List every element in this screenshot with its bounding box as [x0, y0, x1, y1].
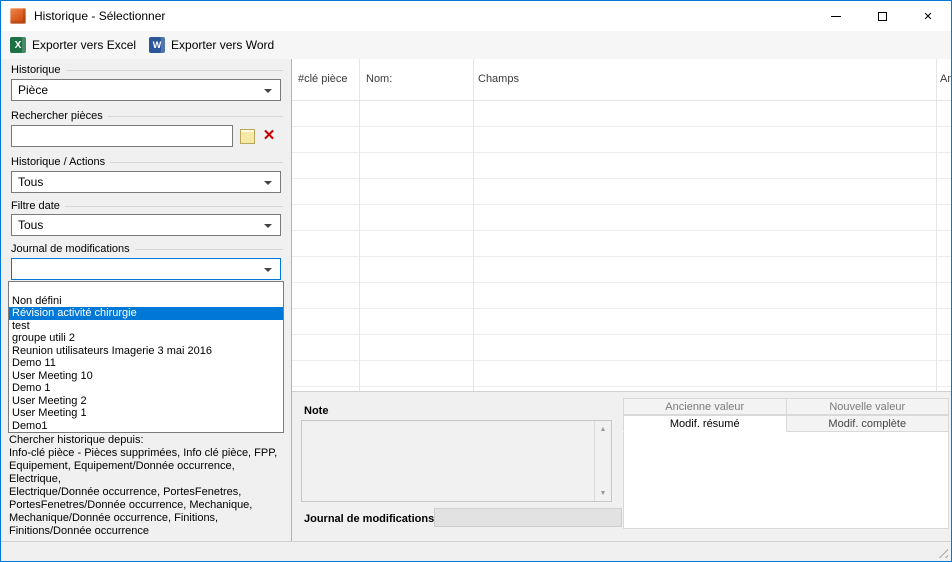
search-scope-text: Chercher historique depuis: Info-clé piè…: [9, 434, 285, 538]
detail-panel: Note ▲ ▼ Journal de modifications Ancien…: [292, 391, 951, 541]
column-header-ancienne[interactable]: An: [940, 73, 951, 85]
column-header-champs[interactable]: Champs: [478, 73, 519, 85]
journal-modifications-field[interactable]: [434, 508, 622, 527]
export-excel-label: Exporter vers Excel: [32, 38, 136, 52]
filtre-date-combobox-value: Tous: [18, 218, 43, 232]
actions-combobox-value: Tous: [18, 175, 43, 189]
dropdown-option[interactable]: User Meeting 2: [9, 395, 283, 408]
scope-line: Electrique/Donnée occurrence, PortesFene…: [9, 486, 285, 499]
scope-line: Chercher historique depuis:: [9, 434, 285, 447]
historique-combobox-value: Pièce: [18, 83, 48, 97]
modif-tabs: Modif. résumé Modif. complète: [623, 415, 949, 432]
dropdown-option[interactable]: [9, 282, 283, 295]
note-textarea[interactable]: ▲ ▼: [301, 420, 612, 502]
dropdown-option[interactable]: User Meeting 10: [9, 370, 283, 383]
rechercher-section-label: Rechercher pièces: [11, 110, 283, 122]
tab-modif-resume[interactable]: Modif. résumé: [623, 415, 787, 432]
rechercher-section-label-text: Rechercher pièces: [11, 110, 103, 122]
close-button[interactable]: ✕: [905, 1, 951, 31]
filtre-date-combobox[interactable]: Tous: [11, 214, 281, 236]
toolbar: X Exporter vers Excel W Exporter vers Wo…: [1, 31, 951, 59]
chevron-down-icon: [264, 224, 272, 228]
actions-combobox[interactable]: Tous: [11, 171, 281, 193]
historique-section-label-text: Historique: [11, 64, 61, 76]
word-icon: W: [149, 37, 165, 53]
search-pieces-input[interactable]: [11, 125, 233, 147]
note-scrollbar[interactable]: ▲ ▼: [594, 421, 611, 501]
maximize-button[interactable]: [859, 1, 905, 31]
filters-panel: Historique Pièce Rechercher pièces ✕ His…: [1, 59, 292, 541]
window-title: Historique - Sélectionner: [34, 9, 165, 23]
actions-section-label-text: Historique / Actions: [11, 156, 105, 168]
column-divider: [359, 59, 360, 391]
historique-combobox[interactable]: Pièce: [11, 79, 281, 101]
column-divider: [936, 59, 937, 391]
app-icon: [10, 8, 26, 24]
value-header-nouvelle[interactable]: Nouvelle valeur: [787, 398, 950, 415]
journal-combobox[interactable]: [11, 258, 281, 280]
maximize-icon: [878, 12, 887, 21]
scope-line: Finitions/Donnée occurrence: [9, 525, 285, 538]
minimize-icon: [831, 16, 841, 17]
clear-icon: ✕: [263, 126, 276, 144]
dropdown-option[interactable]: groupe utili 2: [9, 332, 283, 345]
value-headers: Ancienne valeur Nouvelle valeur: [623, 398, 949, 415]
tab-modif-complete[interactable]: Modif. complète: [787, 415, 950, 432]
dropdown-option[interactable]: User Meeting 1: [9, 407, 283, 420]
dropdown-option[interactable]: Demo 1: [9, 382, 283, 395]
caption-buttons: ✕: [813, 1, 951, 31]
dropdown-option[interactable]: Non défini: [9, 295, 283, 308]
scope-line: Mechanique/Donnée occurrence, Finitions,: [9, 512, 285, 525]
scroll-down-button[interactable]: ▼: [595, 485, 611, 501]
scope-line: PortesFenetres/Donnée occurrence, Mechan…: [9, 499, 285, 512]
dropdown-option[interactable]: Demo1: [9, 420, 283, 433]
filtre-date-section-label: Filtre date: [11, 200, 283, 212]
app-window: Historique - Sélectionner ✕ X Exporter v…: [0, 0, 952, 562]
export-word-button[interactable]: W Exporter vers Word: [144, 34, 282, 56]
value-header-ancienne[interactable]: Ancienne valeur: [623, 398, 787, 415]
browse-pieces-button[interactable]: [239, 128, 256, 145]
export-word-label: Exporter vers Word: [171, 38, 274, 52]
column-header-nom[interactable]: Nom:: [366, 73, 392, 85]
column-header-cle-piece[interactable]: #clé pièce: [298, 73, 348, 85]
results-table: #clé pièce Nom: Champs An: [292, 59, 951, 391]
modif-content-panel: [623, 432, 949, 529]
minimize-button[interactable]: [813, 1, 859, 31]
export-excel-button[interactable]: X Exporter vers Excel: [5, 34, 144, 56]
dropdown-option[interactable]: Demo 11: [9, 357, 283, 370]
note-label: Note: [304, 405, 328, 417]
column-divider: [473, 59, 474, 391]
table-header: #clé pièce Nom: Champs An: [292, 59, 951, 101]
clear-search-button[interactable]: ✕: [260, 125, 278, 145]
dropdown-option[interactable]: Reunion utilisateurs Imagerie 3 mai 2016: [9, 345, 283, 358]
close-icon: ✕: [923, 10, 932, 23]
scope-line: Equipement, Equipement/Donnée occurrence…: [9, 460, 285, 486]
chevron-down-icon: [264, 89, 272, 93]
journal-section-label: Journal de modifications: [11, 243, 283, 255]
journal-dropdown-list: Non défini Révision activité chirurgie t…: [8, 281, 284, 433]
table-grid: [292, 101, 951, 391]
filtre-date-section-label-text: Filtre date: [11, 200, 60, 212]
scroll-up-icon: ▲: [600, 426, 607, 433]
results-area: #clé pièce Nom: Champs An Note ▲ ▼: [292, 59, 951, 541]
resize-grip[interactable]: [935, 545, 948, 558]
scroll-down-icon: ▼: [600, 490, 607, 497]
dropdown-option[interactable]: test: [9, 320, 283, 333]
journal-section-label-text: Journal de modifications: [11, 243, 130, 255]
historique-section-label: Historique: [11, 64, 283, 76]
chevron-down-icon: [264, 268, 272, 272]
actions-section-label: Historique / Actions: [11, 156, 283, 168]
dropdown-option[interactable]: Révision activité chirurgie: [9, 307, 283, 320]
scope-line: Info-clé pièce - Pièces supprimées, Info…: [9, 447, 285, 460]
folder-icon: [240, 129, 255, 144]
scroll-up-button[interactable]: ▲: [595, 421, 611, 437]
titlebar: Historique - Sélectionner ✕: [1, 1, 951, 31]
chevron-down-icon: [264, 181, 272, 185]
statusbar: [1, 541, 951, 561]
journal-modifications-label: Journal de modifications: [304, 513, 434, 525]
excel-icon: X: [10, 37, 26, 53]
